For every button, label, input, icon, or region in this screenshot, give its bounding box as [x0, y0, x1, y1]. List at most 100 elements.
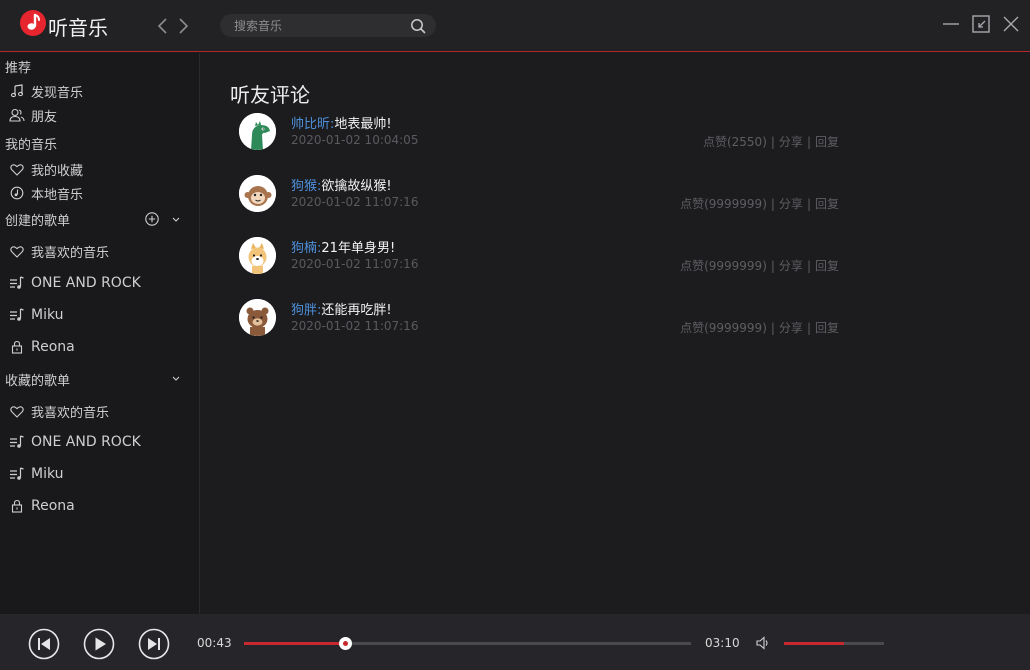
sidebar-item-created-one-and-rock[interactable]: ONE AND ROCK — [9, 272, 141, 294]
section-header-created-playlists: 创建的歌单 — [5, 214, 71, 229]
total-time: 03:10 — [705, 636, 740, 650]
comment-username[interactable]: 狗猴 — [291, 179, 317, 194]
search-box — [220, 14, 436, 37]
comment-text: 欲擒故纵猴! — [321, 179, 392, 194]
sidebar-item-label: 本地音乐 — [31, 187, 84, 203]
playlist-icon — [9, 307, 25, 323]
chevron-down-icon[interactable] — [168, 370, 184, 386]
progress-bar[interactable] — [244, 637, 691, 650]
comment-actions: 点赞(9999999) | 分享 | 回复 — [680, 259, 839, 273]
current-time: 00:43 — [197, 636, 232, 650]
app-title: 听音乐 — [48, 16, 108, 40]
comment-actions: 点赞(2550) | 分享 | 回复 — [702, 135, 839, 149]
comment-username[interactable]: 帅比昕 — [291, 117, 330, 132]
progress-knob[interactable] — [339, 637, 353, 650]
sidebar-item-friends[interactable]: 朋友 — [9, 104, 57, 126]
comment-time: 2020-01-02 11:07:16 — [291, 257, 419, 271]
local-music-icon — [9, 185, 25, 201]
sidebar-item-created-reona[interactable]: Reona — [9, 336, 75, 358]
sidebar-item-collected-liked[interactable]: 我喜欢的音乐 — [9, 400, 109, 422]
sidebar-item-label: Miku — [31, 466, 64, 482]
volume-icon[interactable] — [755, 635, 771, 651]
minimize-icon[interactable] — [941, 14, 961, 34]
section-header-recommend: 推荐 — [5, 61, 32, 76]
comment-line: 狗楠:21年单身男! — [291, 237, 395, 256]
mini-mode-icon[interactable] — [971, 14, 991, 34]
volume-slider[interactable] — [784, 642, 884, 645]
sidebar-item-local-music[interactable]: 本地音乐 — [9, 182, 83, 204]
page-title: 听友评论 — [230, 83, 310, 107]
reply-link[interactable]: 回复 — [815, 321, 839, 335]
comment-username[interactable]: 狗胖 — [291, 303, 317, 318]
dog-avatar[interactable] — [239, 237, 276, 274]
playlist-icon — [9, 434, 25, 450]
sidebar-item-label: Miku — [31, 307, 64, 323]
comment-item: 狗胖:还能再吃胖! 2020-01-02 11:07:16 点赞(9999999… — [239, 299, 849, 349]
sidebar-item-label: 朋友 — [31, 109, 58, 125]
share-link[interactable]: 分享 — [779, 197, 803, 211]
forward-arrow-icon[interactable] — [175, 16, 191, 36]
search-input[interactable] — [234, 17, 404, 34]
sidebar-item-collected-reona[interactable]: Reona — [9, 495, 75, 517]
sidebar-item-created-miku[interactable]: Miku — [9, 304, 64, 326]
comment-text: 地表最帅! — [334, 117, 392, 132]
share-link[interactable]: 分享 — [779, 321, 803, 335]
comment-line: 狗胖:还能再吃胖! — [291, 299, 392, 318]
comment-actions: 点赞(9999999) | 分享 | 回复 — [680, 321, 839, 335]
comment-time: 2020-01-02 11:07:16 — [291, 195, 419, 209]
sidebar-item-label: Reona — [31, 339, 75, 355]
app-logo-icon — [20, 10, 46, 36]
lock-icon — [9, 339, 25, 355]
play-icon[interactable] — [83, 628, 115, 660]
sidebar-item-collected-miku[interactable]: Miku — [9, 463, 64, 485]
friends-icon — [9, 107, 25, 123]
sidebar-item-label: Reona — [31, 498, 75, 514]
like-link[interactable]: 点赞(9999999) — [680, 259, 767, 273]
sidebar-item-label: 我喜欢的音乐 — [31, 405, 110, 421]
comment-line: 帅比昕:地表最帅! — [291, 113, 392, 132]
comment-username[interactable]: 狗楠 — [291, 241, 317, 256]
music-note-icon — [9, 83, 25, 99]
progress-fill — [244, 642, 346, 645]
sidebar-item-label: 我的收藏 — [31, 163, 84, 179]
sidebar-item-discover[interactable]: 发现音乐 — [9, 80, 83, 102]
share-link[interactable]: 分享 — [779, 135, 803, 149]
heart-icon — [9, 403, 25, 419]
reply-link[interactable]: 回复 — [815, 259, 839, 273]
comment-item: 狗猴:欲擒故纵猴! 2020-01-02 11:07:16 点赞(9999999… — [239, 175, 849, 225]
monkey-avatar[interactable] — [239, 175, 276, 212]
sidebar-item-label: 发现音乐 — [31, 85, 84, 101]
volume-fill — [784, 642, 844, 645]
like-link[interactable]: 点赞(9999999) — [680, 321, 767, 335]
sidebar-item-favorites[interactable]: 我的收藏 — [9, 158, 83, 180]
section-header-collected-playlists: 收藏的歌单 — [5, 374, 71, 389]
comment-line: 狗猴:欲擒故纵猴! — [291, 175, 392, 194]
main-content: 听友评论 帅比昕:地表最帅! 2020-01-02 10:04:05 点赞(25… — [201, 53, 1030, 614]
back-arrow-icon[interactable] — [155, 16, 171, 36]
sidebar: 推荐 发现音乐 朋友 我的音乐 我的收藏 本地音乐 创建的歌单 我喜欢的音乐 O… — [0, 53, 200, 614]
add-playlist-icon[interactable] — [144, 211, 160, 227]
dinosaur-avatar[interactable] — [239, 113, 276, 150]
close-icon[interactable] — [1001, 14, 1021, 34]
previous-track-icon[interactable] — [28, 628, 60, 660]
search-icon[interactable] — [410, 18, 426, 34]
reply-link[interactable]: 回复 — [815, 197, 839, 211]
comment-text: 还能再吃胖! — [321, 303, 392, 318]
share-link[interactable]: 分享 — [779, 259, 803, 273]
player-bar: 00:43 03:10 — [0, 614, 1030, 670]
playlist-icon — [9, 275, 25, 291]
reply-link[interactable]: 回复 — [815, 135, 839, 149]
comment-text: 21年单身男! — [321, 241, 396, 256]
bear-avatar[interactable] — [239, 299, 276, 336]
next-track-icon[interactable] — [138, 628, 170, 660]
sidebar-item-collected-one-and-rock[interactable]: ONE AND ROCK — [9, 431, 141, 453]
lock-icon — [9, 498, 25, 514]
chevron-down-icon[interactable] — [168, 211, 184, 227]
like-link[interactable]: 点赞(9999999) — [680, 197, 767, 211]
comment-item: 狗楠:21年单身男! 2020-01-02 11:07:16 点赞(999999… — [239, 237, 849, 287]
heart-icon — [9, 243, 25, 259]
section-header-my-music: 我的音乐 — [5, 138, 58, 153]
like-link[interactable]: 点赞(2550) — [703, 135, 767, 149]
sidebar-item-created-liked[interactable]: 我喜欢的音乐 — [9, 240, 109, 262]
heart-icon — [9, 161, 25, 177]
